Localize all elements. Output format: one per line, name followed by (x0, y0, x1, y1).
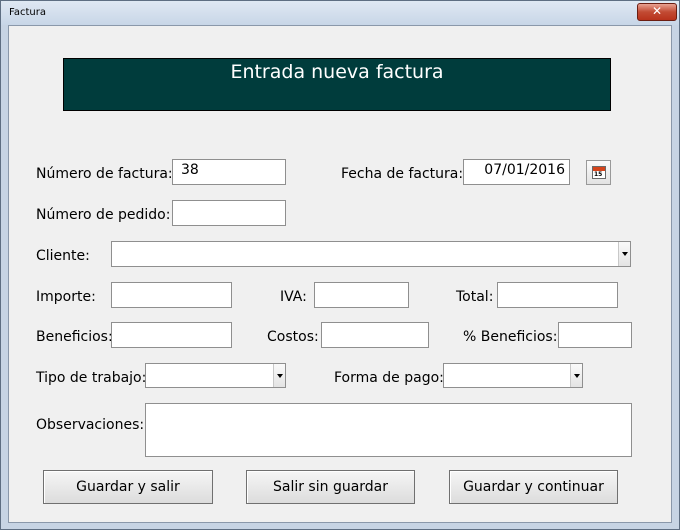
window-title: Factura (9, 7, 46, 18)
job-type-label: Tipo de trabajo: (36, 370, 147, 386)
client-label: Cliente: (36, 248, 90, 264)
total-input[interactable] (497, 282, 618, 308)
job-type-dropdown-button[interactable] (273, 364, 285, 387)
invoice-window: Factura ✕ Entrada nueva factura Número d… (0, 0, 680, 530)
amount-label: Importe: (36, 289, 96, 305)
calendar-icon: 15 (592, 166, 606, 179)
costs-input[interactable] (321, 322, 429, 348)
save-and-exit-button[interactable]: Guardar y salir (43, 470, 213, 504)
payment-method-dropdown-button[interactable] (570, 364, 582, 387)
order-number-input[interactable] (172, 200, 286, 226)
client-dropdown-button[interactable] (618, 242, 630, 266)
payment-method-combobox[interactable] (443, 363, 583, 388)
profit-percent-input[interactable] (558, 322, 632, 348)
total-label: Total: (456, 289, 494, 305)
exit-without-saving-button[interactable]: Salir sin guardar (246, 470, 415, 504)
invoice-number-label: Número de factura: (36, 166, 173, 182)
notes-textarea[interactable] (145, 403, 632, 457)
calendar-day: 15 (594, 171, 603, 178)
chevron-down-icon (277, 373, 283, 378)
profit-input[interactable] (111, 322, 232, 348)
title-bar[interactable]: Factura ✕ (1, 1, 679, 25)
payment-method-label: Forma de pago: (334, 370, 444, 386)
order-number-label: Número de pedido: (36, 207, 171, 223)
close-button[interactable]: ✕ (637, 3, 677, 21)
invoice-number-input[interactable]: 38 (172, 159, 286, 185)
notes-label: Observaciones: (36, 417, 145, 433)
banner-title: Entrada nueva factura (230, 61, 444, 83)
invoice-date-label: Fecha de factura: (341, 166, 464, 182)
vat-input[interactable] (314, 282, 409, 308)
header-banner: Entrada nueva factura (63, 58, 611, 111)
chevron-down-icon (622, 252, 628, 256)
vat-label: IVA: (280, 289, 307, 305)
save-and-continue-button[interactable]: Guardar y continuar (449, 470, 618, 504)
calendar-button[interactable]: 15 (586, 160, 611, 185)
costs-label: Costos: (267, 329, 319, 345)
profit-percent-label: % Beneficios: (463, 329, 558, 345)
amount-input[interactable] (111, 282, 232, 308)
profit-label: Beneficios: (36, 329, 113, 345)
chevron-down-icon (574, 373, 580, 378)
job-type-combobox[interactable] (145, 363, 286, 388)
client-combobox[interactable] (111, 241, 631, 267)
invoice-date-input[interactable]: 07/01/2016 (463, 159, 570, 185)
